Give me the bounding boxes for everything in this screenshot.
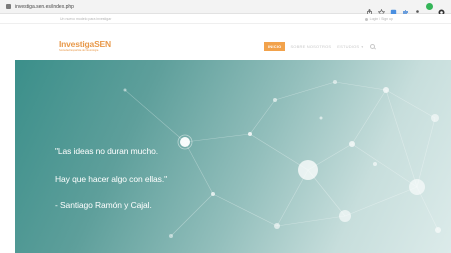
url-text[interactable]: investiga.sen.es/index.php (15, 4, 74, 10)
profile-icon[interactable] (414, 3, 421, 16)
login-link[interactable]: Login / Sign up (364, 17, 393, 21)
site-logo[interactable]: InvestigaSEN (59, 39, 111, 49)
nav-item-estudios-label: ESTUDIOS (337, 44, 360, 49)
browser-address-bar[interactable]: investiga.sen.es/index.php (0, 0, 451, 17)
nav-item-sobre-nosotros[interactable]: SOBRE NOSOTROS (290, 44, 331, 49)
extension-icon[interactable] (390, 3, 397, 16)
site-tagline: Un nuevo modelo para investigar (60, 17, 112, 21)
top-utility-strip: Un nuevo modelo para investigar Login / … (0, 14, 451, 24)
login-label[interactable]: Login / Sign up (370, 17, 393, 21)
logo-subtitle: Sociedad Española de Neurología (59, 49, 99, 52)
user-icon (364, 17, 368, 21)
puzzle-icon[interactable] (402, 3, 409, 15)
site-header: InvestigaSEN Sociedad Española de Neurol… (0, 25, 451, 60)
sync-icon[interactable] (426, 3, 433, 10)
nav-item-estudios[interactable]: ESTUDIOS ▾ (337, 44, 363, 49)
chevron-down-icon: ▾ (361, 45, 364, 49)
logo-accent: SEN (94, 39, 111, 49)
star-icon[interactable] (377, 3, 386, 17)
search-icon[interactable] (370, 44, 376, 49)
share-icon[interactable] (366, 3, 373, 16)
nav-item-inicio[interactable]: INICIO (264, 42, 286, 51)
browser-toolbar-icons (366, 3, 445, 17)
main-navigation: INICIO SOBRE NOSOTROS ESTUDIOS ▾ (264, 42, 376, 51)
menu-icon[interactable] (438, 3, 445, 16)
network-background-graphic (123, 80, 441, 238)
hero-banner: "Las ideas no duran mucho. Hay que hacer… (15, 60, 451, 253)
hero-quote-line-1: "Las ideas no duran mucho. (55, 146, 158, 156)
lock-icon (6, 4, 11, 9)
hero-quote-author: - Santiago Ramón y Cajal. (55, 200, 152, 210)
logo-main: Investiga (59, 39, 95, 49)
hero-quote-line-2: Hay que hacer algo con ellas." (55, 174, 168, 184)
